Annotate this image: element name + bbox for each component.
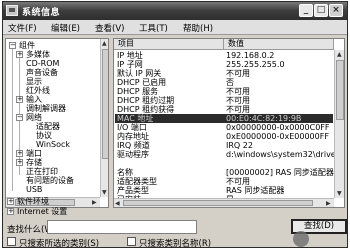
expand-icon[interactable]: + xyxy=(16,159,23,166)
list-row-value[interactable]: [00000002] RAS 同步适配器 xyxy=(226,168,334,177)
tree-guide-line xyxy=(12,45,13,191)
column-header-item[interactable]: 项目 xyxy=(114,39,224,50)
details-list[interactable]: 项目 数值 IP 地址 192.168.0.2 IP 子网 255.255.255.0… xyxy=(113,38,345,208)
tree-item-usb[interactable]: USB xyxy=(26,184,42,195)
watermark-logo-icon xyxy=(293,231,309,247)
list-row-name[interactable]: 产品类型 xyxy=(117,186,149,195)
search-selected-category-label: 只搜索所选的类别(S) xyxy=(19,239,100,248)
minimize-button[interactable]: _ xyxy=(299,4,313,17)
list-row-value[interactable]: 0xE0000000-0xE00000FF xyxy=(226,132,329,141)
scroll-thumb[interactable] xyxy=(102,49,108,159)
list-vertical-scrollbar[interactable]: ▲ ▼ xyxy=(334,50,344,198)
list-row-value[interactable]: 不可用 xyxy=(226,105,250,114)
list-row-value[interactable]: 00:E0:4C:82:19:9B xyxy=(226,114,301,123)
list-row-value[interactable]: RAS 同步适配器 xyxy=(226,186,284,195)
column-header-value[interactable]: 数值 xyxy=(224,39,334,50)
list-row-name[interactable]: DHCP 租约过期 xyxy=(117,96,174,105)
scroll-down-icon[interactable]: ▼ xyxy=(102,189,107,196)
collapse-icon[interactable]: − xyxy=(9,42,16,49)
menu-file[interactable]: 文件(F) xyxy=(8,22,37,34)
tree-vertical-scrollbar[interactable]: ▲ ▼ xyxy=(100,39,108,197)
scroll-down-icon[interactable]: ▼ xyxy=(337,190,342,197)
title-bar[interactable]: 系统信息 _ □ × xyxy=(3,2,347,20)
search-category-names-checkbox[interactable] xyxy=(127,237,136,246)
scroll-up-icon[interactable]: ▲ xyxy=(337,51,342,58)
list-row-value[interactable]: 255.255.255.0 xyxy=(226,60,285,69)
expand-icon[interactable]: + xyxy=(16,96,23,103)
list-row-name[interactable]: IP 子网 xyxy=(117,60,143,69)
menu-edit[interactable]: 编辑(E) xyxy=(51,22,80,34)
list-row-name[interactable]: DHCP 服务 xyxy=(117,87,158,96)
list-horizontal-scrollbar[interactable]: ◀ ▶ xyxy=(114,198,334,207)
scroll-thumb[interactable] xyxy=(123,200,313,206)
list-row-value[interactable]: 0x00000000-0x0000C0FF xyxy=(226,123,330,132)
collapse-icon[interactable]: − xyxy=(16,114,23,121)
list-row-value[interactable]: 不可用 xyxy=(226,177,250,186)
expand-icon[interactable]: + xyxy=(16,150,23,157)
list-row-name[interactable]: DHCP 已启用 xyxy=(117,78,166,87)
list-row-value[interactable]: d:\windows\system32\drivers\ xyxy=(226,150,344,159)
scroll-thumb[interactable] xyxy=(336,60,344,120)
list-row-name[interactable]: 适配器类型 xyxy=(117,177,157,186)
list-row-name[interactable]: 内存地址 xyxy=(117,132,149,141)
scroll-up-icon[interactable]: ▲ xyxy=(102,40,107,47)
list-row-value[interactable]: 192.168.0.2 xyxy=(226,51,274,60)
search-selected-category-checkbox[interactable] xyxy=(7,237,16,246)
close-button[interactable]: × xyxy=(329,4,343,17)
menu-help[interactable]: 帮助(H) xyxy=(183,22,213,34)
list-row-name[interactable]: IRQ 频道 xyxy=(117,141,150,150)
scroll-left-icon[interactable]: ◀ xyxy=(115,200,120,207)
list-row-name[interactable]: 默认 IP 网关 xyxy=(117,69,161,78)
list-row-name[interactable]: I/O 端口 xyxy=(117,123,147,132)
expand-icon[interactable]: + xyxy=(7,198,14,205)
list-row-name[interactable]: 驱动程序 xyxy=(117,150,149,159)
scroll-right-icon[interactable]: ▶ xyxy=(92,199,97,206)
system-info-icon xyxy=(6,5,18,16)
find-what-input[interactable] xyxy=(47,220,197,234)
system-info-window: 系统信息 _ □ × 文件(F) 编辑(E) 查看(V) 工具(T) 帮助(H)… xyxy=(2,1,348,248)
list-row-name[interactable]: DHCP 租约获得 xyxy=(117,105,174,114)
list-row-value[interactable]: 不可用 xyxy=(226,87,250,96)
expand-icon[interactable]: + xyxy=(7,208,14,215)
menu-view[interactable]: 查看(V) xyxy=(95,22,124,34)
list-row-value[interactable]: 否 xyxy=(226,78,234,87)
window-title: 系统信息 xyxy=(22,8,61,18)
list-row-value[interactable]: 不可用 xyxy=(226,69,250,78)
expand-icon[interactable]: + xyxy=(16,51,23,58)
maximize-button[interactable]: □ xyxy=(314,4,328,17)
list-row-value[interactable]: IRQ 22 xyxy=(226,141,253,150)
menu-bar: 文件(F) 编辑(E) 查看(V) 工具(T) 帮助(H) xyxy=(3,20,347,35)
category-tree[interactable]: − 组件 + 多媒体 CD-ROM 声音设备 显示 红外线 + 输入 调制解调器… xyxy=(5,38,109,208)
menu-tools[interactable]: 工具(T) xyxy=(139,22,168,34)
search-category-names-label: 只搜索类别名称(R) xyxy=(139,239,212,248)
list-row-name[interactable]: IP 地址 xyxy=(117,51,143,60)
list-row-value[interactable]: 不可用 xyxy=(226,96,250,105)
scroll-right-icon[interactable]: ▶ xyxy=(326,200,331,207)
list-row-name[interactable]: 名称 xyxy=(117,168,133,177)
list-row-name[interactable]: MAC 地址 xyxy=(117,114,153,123)
